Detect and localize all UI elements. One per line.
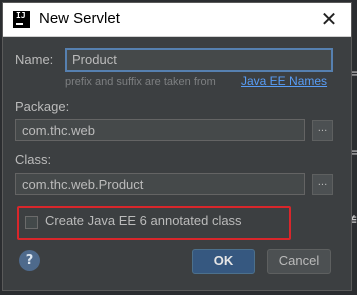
cancel-button[interactable]: Cancel bbox=[267, 249, 331, 274]
annotated-class-checkbox[interactable] bbox=[25, 216, 38, 229]
name-hint: prefix and suffix are taken from bbox=[65, 76, 216, 88]
dialog-title: New Servlet bbox=[39, 10, 120, 27]
name-label: Name: bbox=[15, 52, 54, 67]
ok-button[interactable]: OK bbox=[192, 249, 255, 274]
java-ee-names-link[interactable]: Java EE Names bbox=[241, 74, 327, 88]
app-icon-text: IJ bbox=[16, 11, 26, 20]
name-input[interactable]: Product bbox=[65, 48, 333, 72]
close-icon[interactable]: ✕ bbox=[317, 7, 341, 31]
intellij-icon: IJ bbox=[13, 11, 30, 28]
annotated-class-label[interactable]: Create Java EE 6 annotated class bbox=[45, 213, 242, 228]
class-label: Class: bbox=[15, 152, 52, 167]
class-field[interactable]: com.thc.web.Product bbox=[15, 173, 305, 195]
package-field[interactable]: com.thc.web bbox=[15, 119, 305, 141]
new-servlet-dialog: IJ New Servlet ✕ Name: Product prefix an… bbox=[2, 2, 352, 291]
title-bar: IJ New Servlet ✕ bbox=[3, 3, 351, 37]
package-browse-button[interactable]: ... bbox=[312, 120, 333, 141]
help-icon[interactable]: ? bbox=[19, 250, 40, 271]
class-browse-button[interactable]: ... bbox=[312, 174, 333, 195]
annotated-class-option: Create Java EE 6 annotated class bbox=[17, 206, 291, 240]
package-label: Package: bbox=[15, 99, 70, 114]
